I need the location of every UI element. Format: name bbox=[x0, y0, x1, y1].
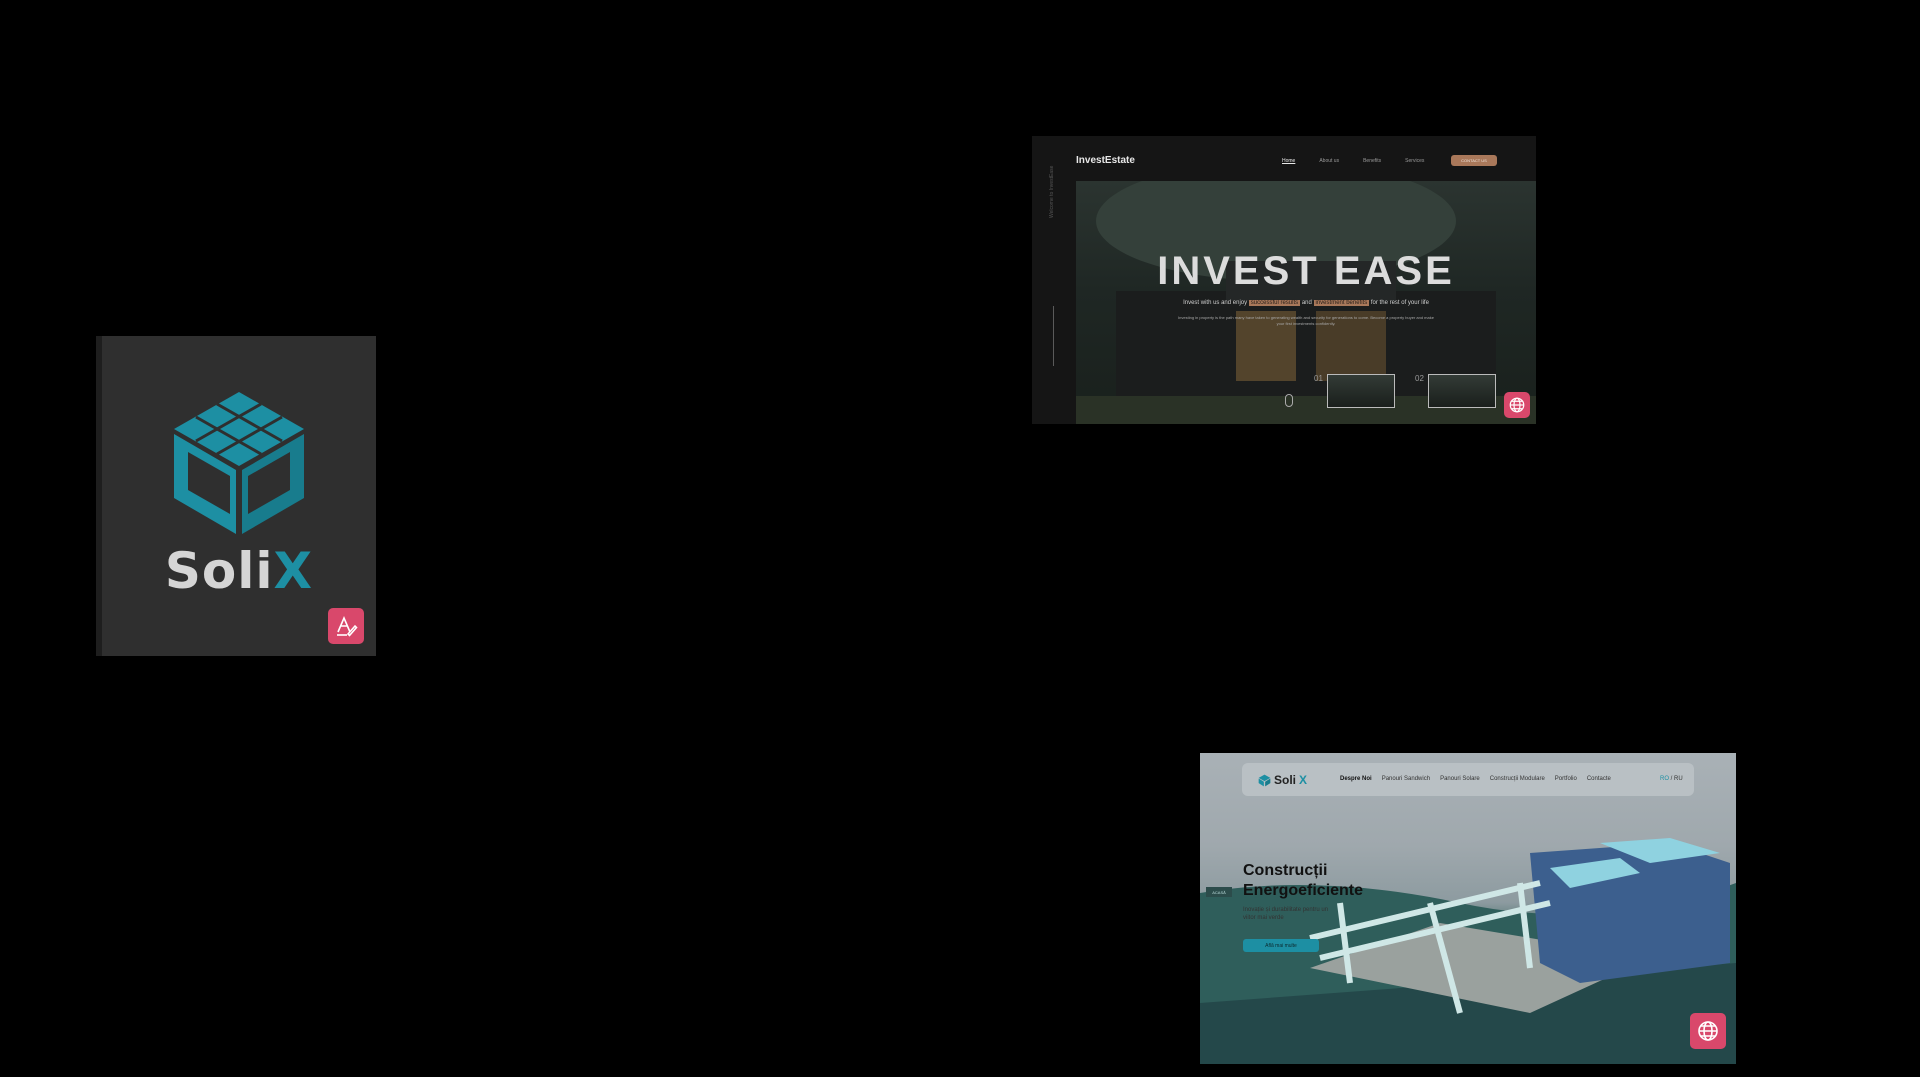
nav-panouri-sandwich[interactable]: Panouri Sandwich bbox=[1382, 776, 1430, 782]
globe-icon[interactable] bbox=[1504, 392, 1530, 418]
solix-site-card[interactable]: Soli X Despre Noi Panouri Sandwich Panour… bbox=[1200, 753, 1736, 1064]
nav-about[interactable]: About us bbox=[1319, 158, 1339, 164]
hero-image: INVEST EASE Invest with us and enjoy suc… bbox=[1076, 181, 1536, 424]
solix-site-logo[interactable]: Soli X bbox=[1258, 773, 1307, 787]
globe-icon[interactable] bbox=[1690, 1013, 1726, 1049]
hero-headline: INVEST EASE bbox=[1157, 249, 1455, 293]
side-home-label[interactable]: ACASĂ bbox=[1206, 887, 1232, 897]
nav-panouri-solare[interactable]: Panouri Solare bbox=[1440, 776, 1480, 782]
slide-thumbnail-2[interactable] bbox=[1428, 374, 1496, 408]
hero-paragraph: Investing in property is the path many h… bbox=[1178, 315, 1434, 326]
investestate-site-card[interactable]: InvestEstate Home About us Benefits Serv… bbox=[1032, 136, 1536, 424]
nav-despre-noi[interactable]: Despre Noi bbox=[1340, 776, 1372, 782]
contact-us-button[interactable]: CONTACT US bbox=[1451, 155, 1497, 166]
nav-home[interactable]: Home bbox=[1282, 158, 1295, 164]
nav-benefits[interactable]: Benefits bbox=[1363, 158, 1381, 164]
cube-small-icon bbox=[1258, 774, 1271, 786]
investestate-nav: Home About us Benefits Services bbox=[1282, 158, 1424, 164]
nav-portfolio[interactable]: Portfolio bbox=[1555, 776, 1577, 782]
solix-nav-links: Despre Noi Panouri Sandwich Panouri Sola… bbox=[1340, 776, 1611, 782]
hero-title: Construcții Energoeficiente bbox=[1243, 862, 1364, 899]
nav-services[interactable]: Services bbox=[1405, 158, 1424, 164]
hero-subline: Invest with us and enjoy successful resu… bbox=[1183, 300, 1429, 306]
nav-constructii-modulare[interactable]: Construcții Modulare bbox=[1490, 776, 1545, 782]
solix-navbar: Soli X Despre Noi Panouri Sandwich Panour… bbox=[1242, 763, 1694, 796]
learn-more-button[interactable]: Află mai multe bbox=[1243, 939, 1319, 952]
solix-wordmark: SoliX bbox=[164, 542, 314, 600]
nav-contacte[interactable]: Contacte bbox=[1587, 776, 1611, 782]
side-divider bbox=[1053, 306, 1054, 366]
language-switcher[interactable]: RO / RU bbox=[1660, 776, 1683, 782]
solix-logo-card[interactable]: SoliX bbox=[96, 336, 376, 656]
cube-logo-icon bbox=[174, 392, 304, 534]
signature-icon[interactable] bbox=[328, 608, 364, 644]
hero-subtitle: Inovație și durabilitate pentru un viito… bbox=[1243, 907, 1329, 921]
slide-number-1: 01 bbox=[1314, 374, 1323, 383]
slide-thumbnail-1[interactable] bbox=[1327, 374, 1395, 408]
side-welcome-text: Welcome to InvestEase bbox=[1049, 165, 1055, 218]
investestate-logo[interactable]: InvestEstate bbox=[1076, 155, 1135, 166]
slide-number-2: 02 bbox=[1415, 374, 1424, 383]
scroll-mouse-icon bbox=[1285, 394, 1293, 407]
